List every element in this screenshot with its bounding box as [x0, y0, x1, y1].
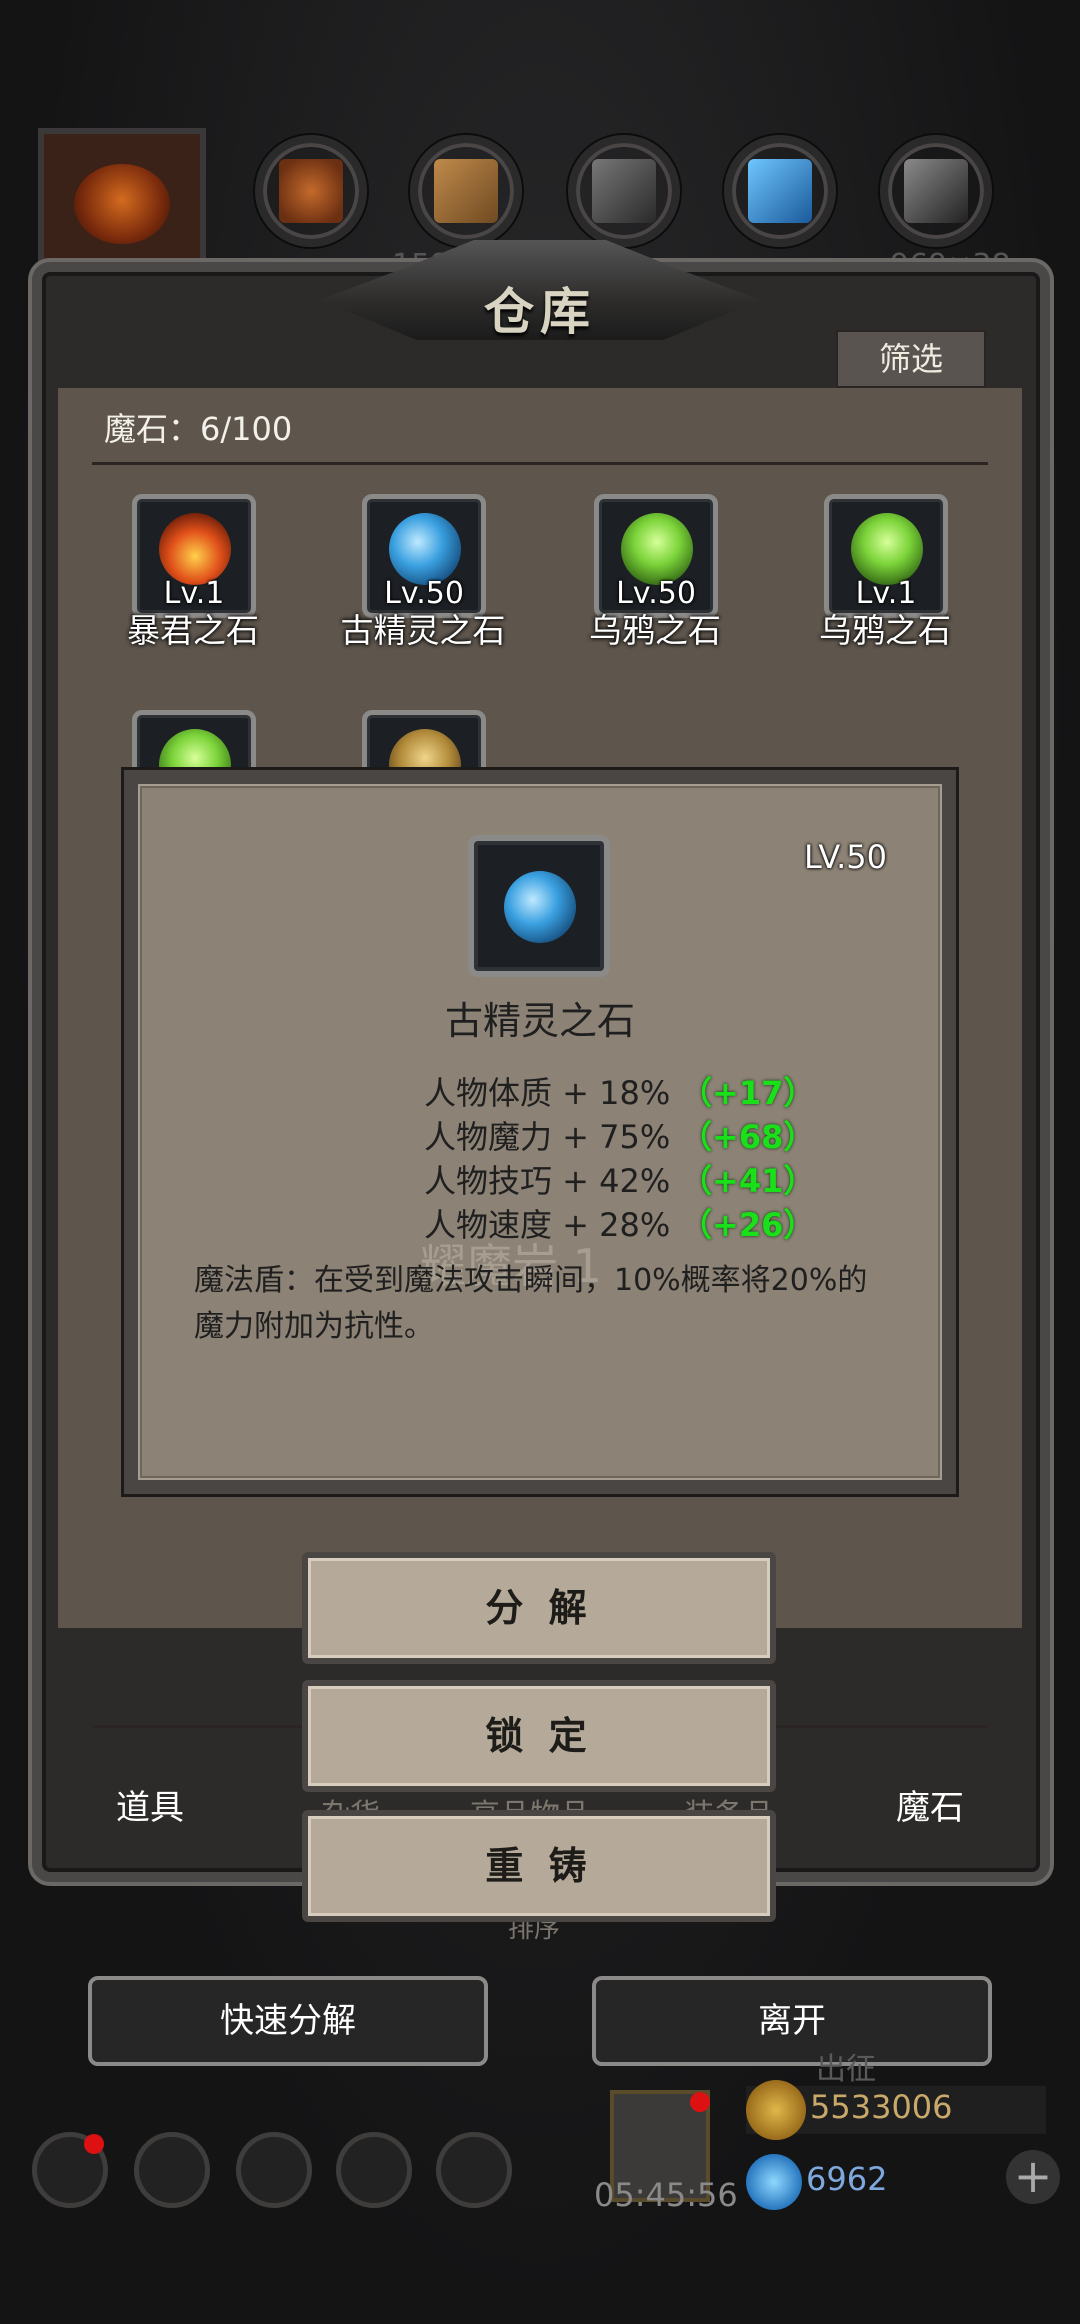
fire-stone-icon	[159, 513, 231, 585]
iron-resource-icon[interactable]	[880, 135, 992, 247]
faded-label: 出征	[816, 2052, 876, 2087]
cube-icon[interactable]	[436, 2132, 512, 2208]
gold-amount: 5533006	[810, 2088, 953, 2126]
crystal-resource-icon[interactable]	[724, 135, 836, 247]
stat-bonus: （+17）	[680, 1074, 816, 1112]
inventory-slot-2[interactable]: Lv.50	[362, 494, 486, 618]
decompose-button[interactable]: 分 解	[302, 1552, 776, 1664]
leave-button[interactable]: 离开	[592, 1976, 992, 2066]
filter-button[interactable]: 筛选	[836, 330, 986, 388]
star-icon[interactable]	[134, 2132, 210, 2208]
tab-items[interactable]: 道具	[116, 1780, 184, 1829]
gold-coin-icon	[746, 2080, 806, 2140]
crow-stone-icon	[621, 513, 693, 585]
stat-line: 人物魔力 + 75%	[424, 1118, 671, 1156]
inventory-slot-4[interactable]: Lv.1	[824, 494, 948, 618]
mail-icon[interactable]	[336, 2132, 412, 2208]
stone-resource-icon[interactable]	[568, 135, 680, 247]
gift-timer: 05:45:56	[594, 2176, 738, 2214]
stat-line: 人物体质 + 18%	[424, 1074, 671, 1112]
elf-stone-icon	[504, 871, 576, 943]
add-currency-button[interactable]: +	[1006, 2150, 1060, 2204]
hero-avatar[interactable]	[38, 128, 206, 280]
character-icon[interactable]	[236, 2132, 312, 2208]
pumpkin-avatar-icon	[74, 164, 170, 244]
elf-stone-icon	[389, 513, 461, 585]
detail-level: LV.50	[804, 838, 887, 876]
inventory-slot-1[interactable]: Lv.1	[132, 494, 256, 618]
stat-bonus: （+68）	[680, 1118, 816, 1156]
stat-bonus: （+41）	[680, 1162, 816, 1200]
item-name: 乌鸦之石	[589, 611, 721, 650]
gem-currency-icon	[746, 2154, 802, 2210]
stone-count: 魔石：6/100	[104, 410, 293, 448]
item-name: 暴君之石	[127, 611, 259, 650]
wood-resource-icon[interactable]	[410, 135, 522, 247]
crow-stone-icon	[851, 513, 923, 585]
notification-dot	[690, 2092, 710, 2112]
item-name: 乌鸦之石	[819, 611, 951, 650]
stat-line: 人物技巧 + 42%	[424, 1162, 671, 1200]
notification-dot	[84, 2134, 104, 2154]
divider	[92, 462, 988, 465]
quick-decompose-button[interactable]: 快速分解	[88, 1976, 488, 2066]
detail-item-slot	[468, 835, 610, 977]
page-title: 仓库	[484, 283, 596, 341]
skill-description: 魔法盾：在受到魔法攻击瞬间，10%概率将20%的魔力附加为抗性。	[194, 1263, 868, 1344]
item-name: 古精灵之石	[340, 611, 506, 650]
meat-resource-icon[interactable]	[255, 135, 367, 247]
detail-name: 古精灵之石	[444, 999, 635, 1043]
stat-bonus: （+26）	[680, 1206, 816, 1244]
tab-magic-stone[interactable]: 魔石	[896, 1780, 964, 1829]
inventory-slot-3[interactable]: Lv.50	[594, 494, 718, 618]
reforge-button[interactable]: 重 铸	[302, 1810, 776, 1922]
lock-button[interactable]: 锁 定	[302, 1680, 776, 1792]
gem-amount: 6962	[806, 2160, 888, 2198]
